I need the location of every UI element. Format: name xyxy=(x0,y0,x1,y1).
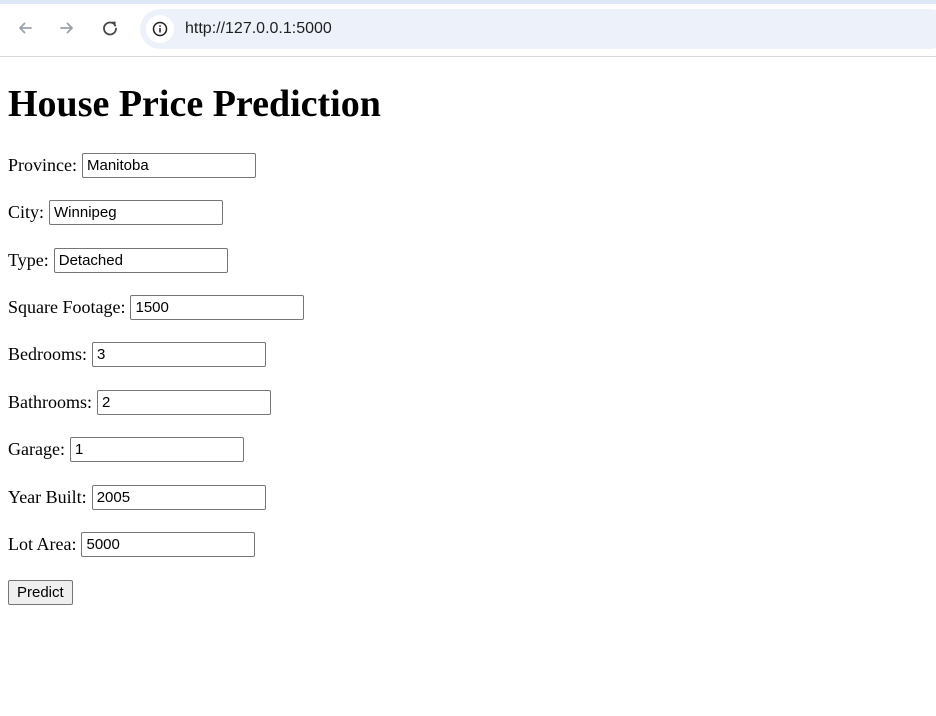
lot-area-input[interactable] xyxy=(81,531,256,557)
reload-icon xyxy=(103,21,117,36)
bedrooms-label: Bedrooms: xyxy=(8,344,87,364)
province-row: Province: xyxy=(8,152,256,178)
forward-arrow-icon xyxy=(60,22,73,34)
type-row: Type: xyxy=(8,247,228,273)
address-bar[interactable]: http://127.0.0.1:5000 xyxy=(140,9,936,49)
province-input[interactable] xyxy=(82,152,256,178)
year-built-input[interactable] xyxy=(91,484,266,510)
predict-button[interactable]: Predict xyxy=(8,580,73,605)
garage-input[interactable] xyxy=(69,436,244,462)
bathrooms-row: Bathrooms: xyxy=(8,389,271,415)
garage-label: Garage: xyxy=(8,439,65,459)
year-built-label: Year Built: xyxy=(8,487,87,507)
city-input[interactable] xyxy=(49,199,224,225)
back-button[interactable] xyxy=(11,14,39,42)
city-label: City: xyxy=(8,202,45,222)
square-footage-row: Square Footage: xyxy=(8,294,305,320)
back-arrow-icon xyxy=(19,22,32,34)
site-info-button[interactable] xyxy=(146,15,174,43)
bedrooms-input[interactable] xyxy=(92,341,266,367)
lot-area-row: Lot Area: xyxy=(8,531,256,557)
type-input[interactable] xyxy=(53,247,228,273)
bathrooms-input[interactable] xyxy=(97,389,271,415)
garage-row: Garage: xyxy=(8,436,244,462)
square-footage-label: Square Footage: xyxy=(8,297,126,317)
reload-button[interactable] xyxy=(96,14,124,42)
lot-area-label: Lot Area: xyxy=(8,534,77,554)
browser-toolbar: http://127.0.0.1:5000 xyxy=(0,0,936,57)
info-icon xyxy=(152,21,168,37)
type-label: Type: xyxy=(8,250,49,270)
bedrooms-row: Bedrooms: xyxy=(8,341,266,367)
bathrooms-label: Bathrooms: xyxy=(8,392,92,412)
forward-button[interactable] xyxy=(53,14,81,42)
province-label: Province: xyxy=(8,155,77,175)
url-text[interactable]: http://127.0.0.1:5000 xyxy=(185,20,332,38)
city-row: City: xyxy=(8,199,224,225)
page-content: House Price Prediction Province: City: T… xyxy=(0,57,936,716)
square-footage-input[interactable] xyxy=(130,294,305,320)
year-built-row: Year Built: xyxy=(8,484,266,510)
page-title: House Price Prediction xyxy=(8,83,381,125)
